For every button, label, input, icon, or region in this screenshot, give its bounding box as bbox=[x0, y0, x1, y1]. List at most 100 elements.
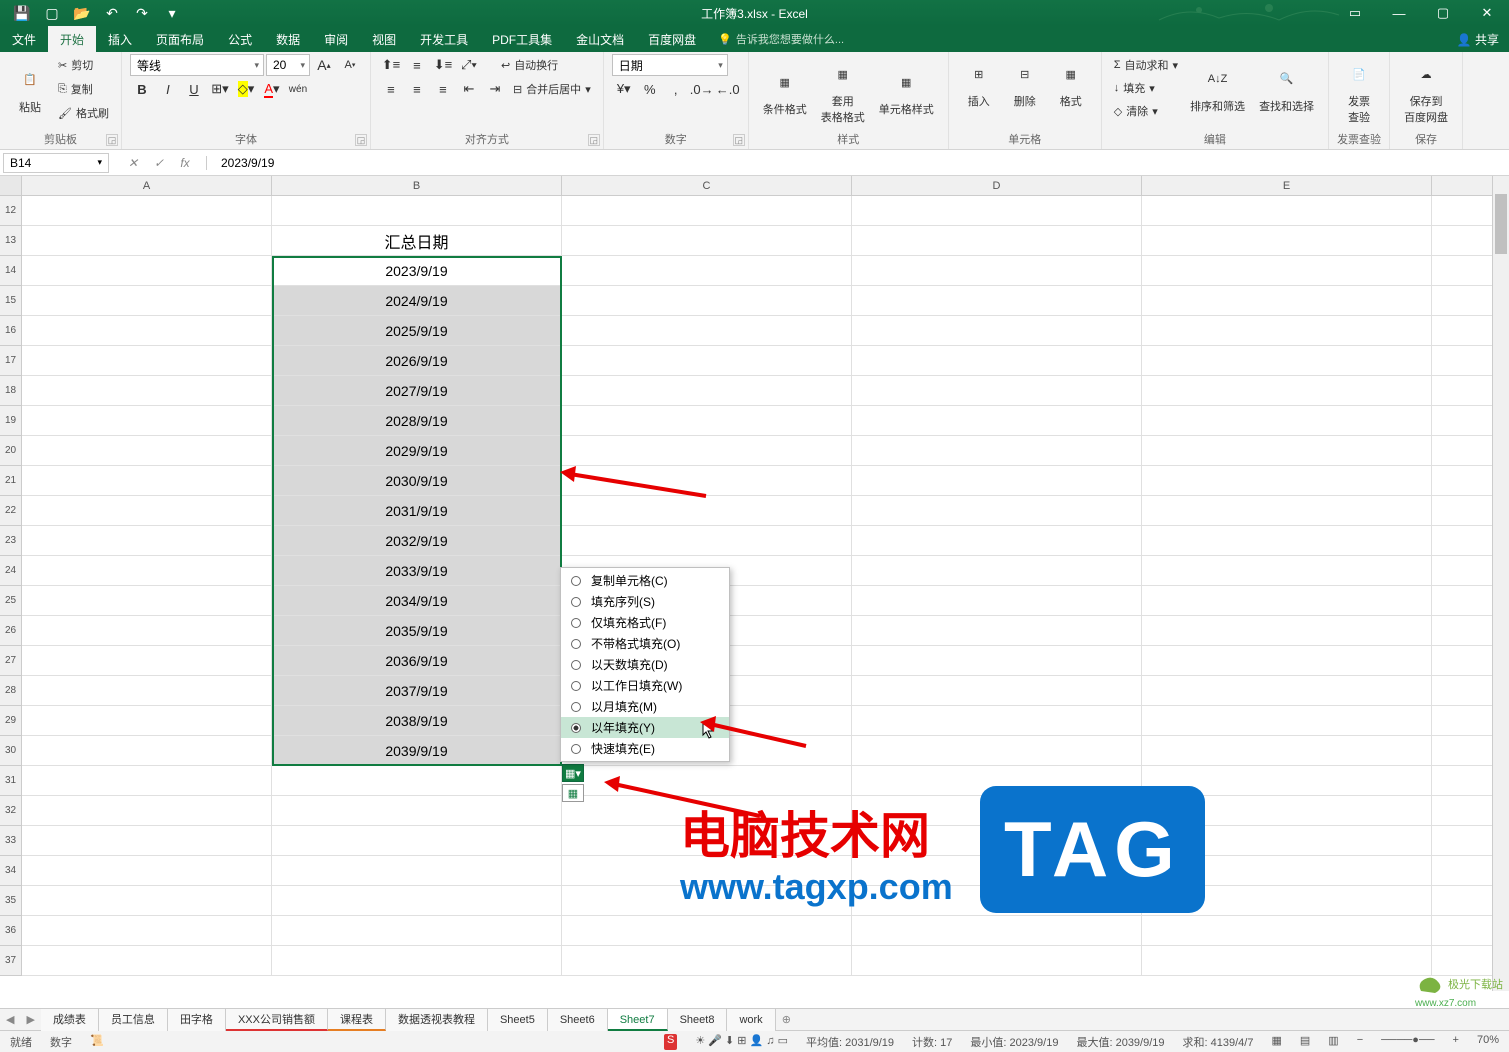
number-format-combo[interactable]: 日期 bbox=[612, 54, 728, 76]
cell-B28[interactable]: 2037/9/19 bbox=[272, 676, 562, 705]
row-header-26[interactable]: 26 bbox=[0, 616, 22, 646]
row-header-37[interactable]: 37 bbox=[0, 946, 22, 976]
cell-D15[interactable] bbox=[852, 286, 1142, 315]
cell-B16[interactable]: 2025/9/19 bbox=[272, 316, 562, 345]
sheet-tab-pivot[interactable]: 数据透视表教程 bbox=[386, 1009, 488, 1031]
orientation-button[interactable]: ⤢▾ bbox=[457, 54, 481, 76]
cell-D19[interactable] bbox=[852, 406, 1142, 435]
cell-A28[interactable] bbox=[22, 676, 272, 705]
cell-C15[interactable] bbox=[562, 286, 852, 315]
cell-A15[interactable] bbox=[22, 286, 272, 315]
cell-E22[interactable] bbox=[1142, 496, 1432, 525]
merge-button[interactable]: ⊟合并后居中▾ bbox=[509, 78, 595, 100]
row-header-13[interactable]: 13 bbox=[0, 226, 22, 256]
view-break-icon[interactable]: ▥ bbox=[1328, 1034, 1338, 1050]
row-header-17[interactable]: 17 bbox=[0, 346, 22, 376]
cell-C31[interactable] bbox=[562, 766, 852, 795]
cell-C20[interactable] bbox=[562, 436, 852, 465]
cell-E13[interactable] bbox=[1142, 226, 1432, 255]
find-select-button[interactable]: 🔍查找和选择 bbox=[1253, 59, 1320, 118]
tab-layout[interactable]: 页面布局 bbox=[144, 26, 216, 52]
cell-B35[interactable] bbox=[272, 886, 562, 915]
col-header-A[interactable]: A bbox=[22, 176, 272, 195]
cell-C17[interactable] bbox=[562, 346, 852, 375]
underline-button[interactable]: U bbox=[182, 78, 206, 100]
row-header-27[interactable]: 27 bbox=[0, 646, 22, 676]
row-header-36[interactable]: 36 bbox=[0, 916, 22, 946]
tab-jinshan[interactable]: 金山文档 bbox=[564, 26, 636, 52]
cell-D27[interactable] bbox=[852, 646, 1142, 675]
cell-C12[interactable] bbox=[562, 196, 852, 225]
tab-insert[interactable]: 插入 bbox=[96, 26, 144, 52]
font-name-combo[interactable]: 等线 bbox=[130, 54, 264, 76]
cell-D37[interactable] bbox=[852, 946, 1142, 975]
sort-filter-button[interactable]: A↓Z排序和筛选 bbox=[1184, 59, 1251, 118]
ctx-fill-days[interactable]: 以天数填充(D) bbox=[561, 654, 729, 675]
sheet-tab-sales[interactable]: XXX公司销售额 bbox=[226, 1009, 328, 1031]
add-sheet-button[interactable]: ⊕ bbox=[776, 1013, 797, 1026]
cell-E26[interactable] bbox=[1142, 616, 1432, 645]
align-middle-button[interactable]: ≡ bbox=[405, 54, 429, 76]
zoom-in-button[interactable]: + bbox=[1453, 1034, 1459, 1050]
cell-B31[interactable] bbox=[272, 766, 562, 795]
table-format-button[interactable]: ▦套用 表格格式 bbox=[815, 54, 871, 129]
cell-C21[interactable] bbox=[562, 466, 852, 495]
col-header-E[interactable]: E bbox=[1142, 176, 1432, 195]
painter-button[interactable]: 🖌格式刷 bbox=[54, 102, 113, 124]
cell-D22[interactable] bbox=[852, 496, 1142, 525]
inc-decimal-button[interactable]: .0→ bbox=[690, 78, 714, 100]
cell-D20[interactable] bbox=[852, 436, 1142, 465]
row-header-19[interactable]: 19 bbox=[0, 406, 22, 436]
cut-button[interactable]: ✂剪切 bbox=[54, 54, 113, 76]
qat-more-icon[interactable]: ▾ bbox=[158, 2, 186, 24]
cell-B34[interactable] bbox=[272, 856, 562, 885]
wrap-button[interactable]: ↩自动换行 bbox=[497, 54, 562, 76]
sheet-tab-7[interactable]: Sheet7 bbox=[608, 1009, 668, 1031]
cell-A26[interactable] bbox=[22, 616, 272, 645]
redo-icon[interactable]: ↷ bbox=[128, 2, 156, 24]
font-launcher[interactable]: ◲ bbox=[355, 134, 367, 146]
row-header-23[interactable]: 23 bbox=[0, 526, 22, 556]
cell-E20[interactable] bbox=[1142, 436, 1432, 465]
cell-B13[interactable]: 汇总日期 bbox=[272, 226, 562, 255]
fill-color-button[interactable]: ◇▾ bbox=[234, 78, 258, 100]
cell-E25[interactable] bbox=[1142, 586, 1432, 615]
save-baidu-button[interactable]: ☁保存到 百度网盘 bbox=[1398, 54, 1454, 129]
name-box[interactable]: B14▾ bbox=[3, 153, 109, 173]
cell-E23[interactable] bbox=[1142, 526, 1432, 555]
cell-B32[interactable] bbox=[272, 796, 562, 825]
italic-button[interactable]: I bbox=[156, 78, 180, 100]
row-header-35[interactable]: 35 bbox=[0, 886, 22, 916]
copy-button[interactable]: ⎘复制 bbox=[54, 78, 113, 100]
scrollbar-thumb[interactable] bbox=[1495, 194, 1507, 254]
cell-D28[interactable] bbox=[852, 676, 1142, 705]
cell-A25[interactable] bbox=[22, 586, 272, 615]
fx-icon[interactable]: fx bbox=[172, 156, 198, 170]
ctx-fill-weekdays[interactable]: 以工作日填充(W) bbox=[561, 675, 729, 696]
row-header-24[interactable]: 24 bbox=[0, 556, 22, 586]
tab-data[interactable]: 数据 bbox=[264, 26, 312, 52]
cell-A18[interactable] bbox=[22, 376, 272, 405]
cell-A24[interactable] bbox=[22, 556, 272, 585]
autosum-button[interactable]: Σ自动求和▾ bbox=[1110, 54, 1182, 76]
sheet-tab-work[interactable]: work bbox=[727, 1009, 775, 1031]
cell-C16[interactable] bbox=[562, 316, 852, 345]
formula-input[interactable]: 2023/9/19 bbox=[207, 156, 1509, 170]
cell-D18[interactable] bbox=[852, 376, 1142, 405]
view-normal-icon[interactable]: ▦ bbox=[1271, 1034, 1281, 1050]
row-header-20[interactable]: 20 bbox=[0, 436, 22, 466]
cell-E16[interactable] bbox=[1142, 316, 1432, 345]
new-icon[interactable]: ▢ bbox=[38, 2, 66, 24]
cell-B23[interactable]: 2032/9/19 bbox=[272, 526, 562, 555]
undo-icon[interactable]: ↶ bbox=[98, 2, 126, 24]
cell-A34[interactable] bbox=[22, 856, 272, 885]
cell-E28[interactable] bbox=[1142, 676, 1432, 705]
cell-E15[interactable] bbox=[1142, 286, 1432, 315]
cell-B21[interactable]: 2030/9/19 bbox=[272, 466, 562, 495]
cell-B20[interactable]: 2029/9/19 bbox=[272, 436, 562, 465]
row-header-18[interactable]: 18 bbox=[0, 376, 22, 406]
phonetic-button[interactable]: wén bbox=[286, 78, 310, 100]
zoom-level[interactable]: 70% bbox=[1477, 1034, 1499, 1050]
cell-B29[interactable]: 2038/9/19 bbox=[272, 706, 562, 735]
zoom-slider[interactable]: ────●── bbox=[1381, 1034, 1434, 1050]
